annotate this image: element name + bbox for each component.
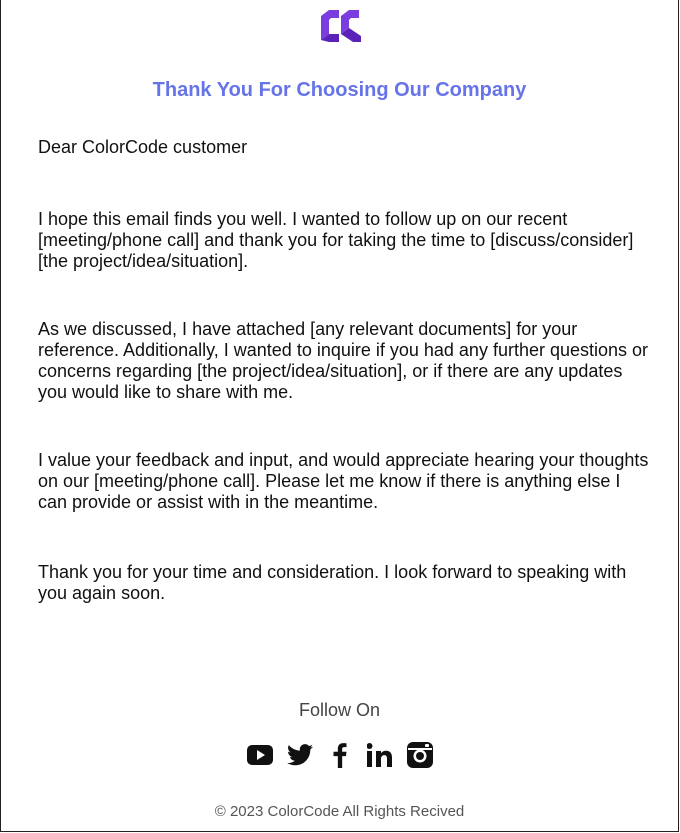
email-title: Thank You For Choosing Our Company: [152, 79, 527, 101]
instagram-link[interactable]: [406, 741, 434, 769]
paragraph-attachments: As we discussed, I have attached [any re…: [38, 319, 649, 402]
paragraph-intro: I hope this email finds you well. I want…: [38, 209, 634, 271]
colorcode-logo-icon[interactable]: [319, 6, 363, 44]
youtube-icon: [246, 745, 273, 765]
linkedin-icon: [366, 743, 392, 767]
youtube-link[interactable]: [246, 741, 274, 769]
social-links: [1, 741, 678, 769]
instagram-icon: [406, 742, 433, 768]
twitter-link[interactable]: [286, 741, 314, 769]
email-container: Thank You For Choosing Our Company Dear …: [0, 0, 679, 832]
linkedin-link[interactable]: [366, 741, 394, 769]
twitter-icon: [286, 744, 313, 766]
follow-on-label: Follow On: [298, 700, 381, 720]
paragraph-closing: Thank you for your time and consideratio…: [38, 562, 627, 603]
facebook-link[interactable]: [326, 741, 354, 769]
salutation: Dear ColorCode customer: [38, 137, 248, 157]
paragraph-feedback: I value your feedback and input, and wou…: [38, 450, 649, 512]
copyright-text: © 2023 ColorCode All Rights Recived: [214, 803, 465, 820]
facebook-icon: [333, 743, 346, 768]
